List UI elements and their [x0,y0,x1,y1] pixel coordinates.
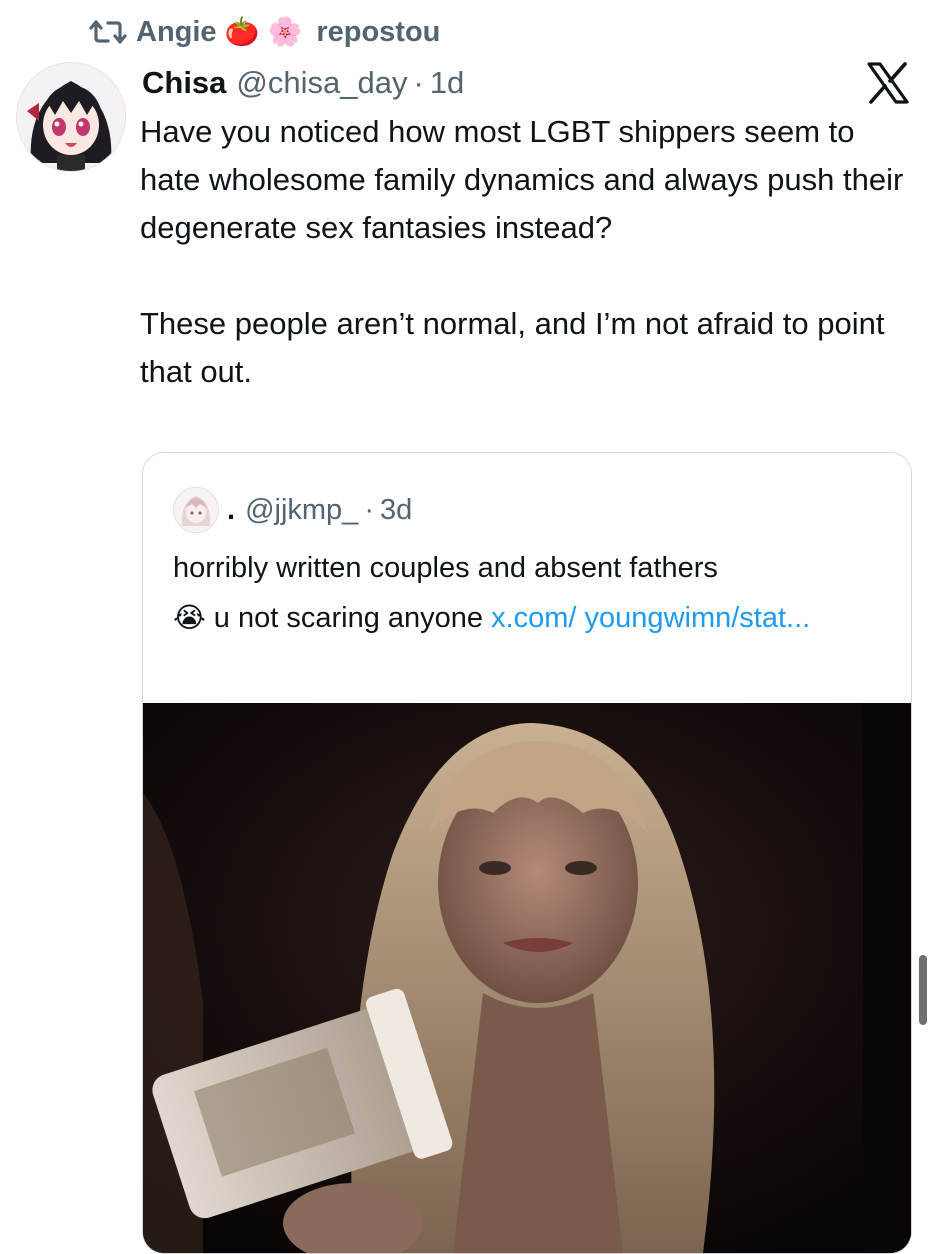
scrollbar-thumb[interactable] [919,955,927,1025]
quoted-post-card[interactable]: . @jjkmp_ · 3d horribly written couples … [142,452,912,1254]
quoted-link[interactable]: x.com/ youngwimn/stat... [491,602,810,634]
flower-emoji: 🌸 [267,16,303,47]
quoted-avatar[interactable] [173,487,219,533]
quoted-timestamp[interactable]: 3d [380,494,412,527]
separator: · [364,493,374,526]
anime-avatar-icon [17,63,125,171]
post-paragraph-2: These people aren’t normal, and I’m not … [140,306,885,389]
tomato-emoji: 🍅 [224,16,260,47]
repost-user-name[interactable]: Angie [136,16,217,49]
quoted-post-header: . @jjkmp_ · 3d [173,485,412,535]
quoted-display-name[interactable]: . [227,494,235,527]
post-text: Have you noticed how most LGBT shippers … [140,108,910,396]
quoted-handle[interactable]: @jjkmp_ [245,494,358,527]
x-logo-icon [865,60,911,106]
separator: · [413,65,424,100]
post-paragraph-1: Have you noticed how most LGBT shippers … [140,114,904,245]
post-header: Chisa @chisa_day · 1d [142,58,464,108]
post-timestamp[interactable]: 1d [430,65,464,101]
crying-emoji: 😭 [173,602,206,633]
repost-verb: repostou [316,15,441,48]
quoted-media-photo[interactable] [143,703,911,1253]
repost-header[interactable]: Angie 🍅 🌸 repostou [88,10,440,54]
quoted-text-line-2: u not scaring anyone [213,602,484,634]
user-avatar[interactable] [16,62,126,172]
quoted-avatar-icon [174,488,218,532]
photo-woman-with-cup [143,703,911,1253]
repost-icon [88,18,128,46]
quoted-text-line-1: horribly written couples and absent fath… [173,552,718,584]
quoted-post-text: horribly written couples and absent fath… [173,543,883,643]
author-handle[interactable]: @chisa_day [236,65,407,101]
author-display-name[interactable]: Chisa [142,65,226,101]
